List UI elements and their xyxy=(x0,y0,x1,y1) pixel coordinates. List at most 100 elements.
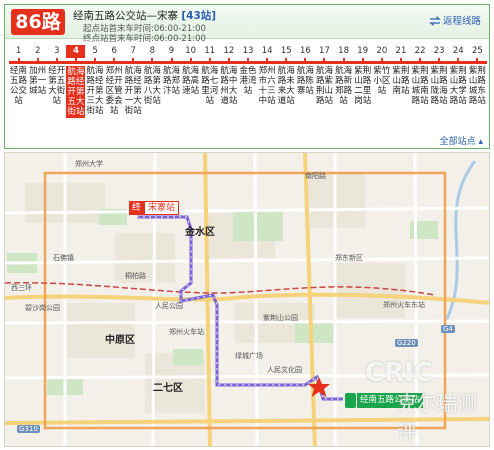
stop-name: 航海路经开第一大街站 xyxy=(124,66,142,116)
stop-name: 紫荆山路南站 xyxy=(392,66,410,96)
stop-tick xyxy=(304,58,307,64)
stop-number: 19 xyxy=(357,46,369,56)
stop-tick xyxy=(94,58,97,64)
stop-number: 24 xyxy=(452,46,464,56)
stop-item[interactable]: 18 航海路新郑路站 xyxy=(334,45,353,106)
stop-item[interactable]: 1 经南五路公交站 xyxy=(9,45,28,106)
last-bus-hours: 终点站首末车时间:06:00-21:00 xyxy=(83,34,206,44)
route-map[interactable]: 郑州大学 南阳路 金水区 石佛镇 中原区 二七区 郑州火车站 郑州火车东站 人民… xyxy=(4,152,490,447)
stop-tick xyxy=(36,58,39,64)
stop-item[interactable]: 4 航海路经开第五大街站 xyxy=(66,45,86,118)
stop-item[interactable]: 23 紫荆山路陇海路站 xyxy=(430,45,449,106)
route-number-badge: 86路 xyxy=(11,9,65,35)
stop-number: 22 xyxy=(414,46,426,56)
stop-tick xyxy=(419,58,422,64)
end-stop-name: 宋寨站 xyxy=(144,201,180,215)
stop-number: 18 xyxy=(338,46,349,56)
road-shield: G4 xyxy=(441,325,455,333)
stop-item[interactable]: 2 加州第一城站 xyxy=(28,45,47,96)
stop-name: 紫竹小区站 xyxy=(373,66,391,96)
map-label: 绿城广场 xyxy=(235,352,263,360)
map-label: 郑州火车站 xyxy=(169,328,204,336)
map-label: 郑东新区 xyxy=(335,254,363,262)
stop-tick xyxy=(17,58,20,64)
stop-item[interactable]: 11 航海路七里河站 xyxy=(200,45,219,106)
stop-item[interactable]: 24 紫荆山路大学路站 xyxy=(449,45,468,106)
stop-number: 16 xyxy=(299,46,311,56)
stop-item[interactable]: 17 航海路紫荆山路站 xyxy=(315,45,334,106)
stop-item[interactable]: 7 航海路经开第一大街站 xyxy=(124,45,143,116)
stop-name: 经南五路公交站 xyxy=(10,66,28,106)
map-label: 南阳路 xyxy=(305,172,326,180)
stop-item[interactable]: 19 紫荆山路二里岗站 xyxy=(353,45,372,106)
stop-tick xyxy=(380,58,383,64)
stop-name: 航海路陈寨站 xyxy=(296,66,314,96)
map-label: 金水区 xyxy=(185,227,215,238)
stop-tick xyxy=(438,58,441,64)
stop-item[interactable]: 16 航海路陈寨站 xyxy=(296,45,315,96)
stop-name: 郑州经开区管委会站 xyxy=(105,66,123,116)
end-tag: 终 xyxy=(129,201,145,215)
stop-tick xyxy=(170,58,173,64)
stop-number: 4 xyxy=(66,45,86,58)
stop-name: 航海路第八大街站 xyxy=(143,66,161,106)
map-label: 碧沙岗公园 xyxy=(25,304,60,312)
map-label: 桐柏路 xyxy=(125,272,146,280)
stop-number: 1 xyxy=(15,46,22,56)
route-header: 86路 经南五路公交站—宋寨 [43站] 起点站首末车时间:06:00-21:0… xyxy=(5,5,489,44)
stop-tick xyxy=(399,58,402,64)
stop-number: 23 xyxy=(433,46,445,56)
stop-name: 紫荆山路二里岗站 xyxy=(354,66,372,106)
stop-tick xyxy=(266,58,269,64)
stop-number: 11 xyxy=(204,46,216,56)
stop-tick xyxy=(113,58,116,64)
stop-item[interactable]: 15 航海路未来大道站 xyxy=(277,45,296,106)
map-label: 紫荆山公园 xyxy=(263,314,298,322)
stop-number: 6 xyxy=(111,46,117,56)
stop-item[interactable]: 12 航海路中州大道站 xyxy=(219,45,238,106)
road-shield: G310 xyxy=(17,425,40,433)
stop-item[interactable]: 5 航海路经开第三大街站 xyxy=(86,45,105,116)
all-stops-toggle[interactable]: 全部站点 xyxy=(440,134,483,147)
stop-item[interactable]: 21 紫荆山路南站 xyxy=(391,45,410,96)
stop-name: 加州第一城站 xyxy=(29,66,47,96)
stop-number: 7 xyxy=(130,46,136,56)
stop-number: 14 xyxy=(261,46,273,56)
stop-item[interactable]: 14 郑州市六十三中站 xyxy=(258,45,277,106)
switch-direction-label: 返程线路 xyxy=(442,16,481,27)
stop-tick xyxy=(457,58,460,64)
stop-count: [43站] xyxy=(181,10,217,22)
map-label: 二七区 xyxy=(153,383,183,394)
stop-number: 17 xyxy=(319,46,330,56)
stop-number: 21 xyxy=(395,46,407,56)
stop-item[interactable]: 8 航海路第八大街站 xyxy=(143,45,162,106)
map-label: 人民公园 xyxy=(155,302,183,310)
start-flag-icon xyxy=(345,393,356,408)
stop-name: 航海路未来大道站 xyxy=(277,66,295,106)
stop-number: 3 xyxy=(54,46,60,56)
stop-tick xyxy=(361,58,364,64)
map-label: 石佛镇 xyxy=(53,254,74,262)
stop-name: 航海路新郑路站 xyxy=(335,66,353,106)
stop-item[interactable]: 20 紫竹小区站 xyxy=(372,45,391,96)
map-label: 郑州火车东站 xyxy=(383,301,425,309)
stop-number: 2 xyxy=(34,46,41,56)
stop-name: 航海路七里河站 xyxy=(201,66,219,106)
road-shield: G220 xyxy=(395,339,418,347)
stop-number: 12 xyxy=(223,46,235,56)
swap-arrows-icon xyxy=(429,16,441,26)
stop-item[interactable]: 13 金色港湾站 xyxy=(239,45,258,96)
route-title: 经南五路公交站—宋寨 [43站] xyxy=(73,8,216,23)
stop-tick xyxy=(55,58,58,64)
stop-item[interactable]: 10 航海路高速站 xyxy=(181,45,200,96)
stop-item[interactable]: 25 紫荆山路城东路站 xyxy=(468,45,487,106)
switch-direction-button[interactable]: 返程线路 xyxy=(429,13,481,27)
stop-name: 航海路经开第五大街站 xyxy=(66,66,86,118)
stop-item[interactable]: 9 航海路郑汴站 xyxy=(162,45,181,96)
stop-tick xyxy=(323,58,326,64)
stop-item[interactable]: 22 紫荆山路城南路站 xyxy=(411,45,430,106)
stop-item[interactable]: 6 郑州经开区管委会站 xyxy=(105,45,124,116)
stop-item[interactable]: 3 经开第五大街站 xyxy=(47,45,66,106)
stop-name: 紫荆山路城南路站 xyxy=(411,66,429,106)
end-stop-marker[interactable]: 终 宋寨站 xyxy=(129,201,180,215)
